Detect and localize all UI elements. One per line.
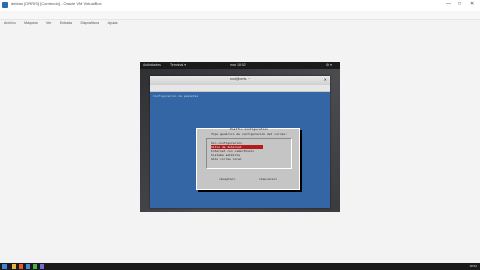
virtualbox-icon <box>2 2 8 8</box>
accept-button[interactable]: <Aceptar> <box>219 177 235 181</box>
taskbar-app-icon-4[interactable] <box>33 264 37 269</box>
postfix-dialog: Postfix Configuration Tipo genérico de c… <box>196 127 300 190</box>
menu-ver[interactable]: Ver <box>46 19 51 27</box>
host-menu-bar: Archivo Máquina Ver Entrada Dispositivos… <box>0 11 480 25</box>
cancel-button[interactable]: <Cancelar> <box>259 177 277 181</box>
terminal-window[interactable]: root@orris: ~ ✕ Archivo Editar Ver Busca… <box>150 76 330 208</box>
debconf-header: Configuración de paquetes <box>153 94 199 98</box>
taskbar-app-icon-5[interactable] <box>40 264 44 269</box>
menu-archivo[interactable]: Archivo <box>4 19 16 27</box>
guest-screen[interactable]: Actividades Terminal ▾ mar 18:52 ⚙ ▾ roo… <box>140 62 340 212</box>
system-tray[interactable]: ⚙ ▾ <box>326 62 332 69</box>
taskbar-clock[interactable]: 18:52 <box>469 263 477 270</box>
activities-button[interactable]: Actividades <box>143 62 161 69</box>
menu-dispositivos[interactable]: Dispositivos <box>80 19 99 27</box>
menu-maquina[interactable]: Máquina <box>24 19 37 27</box>
menu-ayuda[interactable]: Ayuda <box>108 19 118 27</box>
dialog-title: Postfix Configuration <box>230 127 268 131</box>
gnome-top-bar: Actividades Terminal ▾ mar 18:52 ⚙ ▾ <box>140 62 340 69</box>
start-button-icon[interactable] <box>2 264 7 269</box>
taskbar-app-icon-2[interactable] <box>19 264 23 269</box>
taskbar-app-icon-1[interactable] <box>12 264 16 269</box>
terminal-menu-bar: Archivo Editar Ver Buscar Terminal Ayuda <box>150 85 330 99</box>
minimize-button[interactable]: — <box>446 1 451 7</box>
menu-entrada[interactable]: Entrada <box>60 19 72 27</box>
terminal-body[interactable]: Configuración de paquetes Postfix Config… <box>150 92 330 208</box>
terminal-title-bar: root@orris: ~ ✕ <box>150 76 330 85</box>
terminal-app-menu[interactable]: Terminal ▾ <box>170 62 186 69</box>
maximize-button[interactable]: □ <box>458 1 461 7</box>
gnome-clock[interactable]: mar 18:52 <box>230 62 246 69</box>
terminal-title: root@orris: ~ <box>229 77 251 81</box>
taskbar: 18:52 <box>0 263 480 270</box>
taskbar-app-icon-3[interactable] <box>26 264 30 269</box>
window-title: debian [ORRIS] [Corriendo] - Oracle VM V… <box>11 1 102 6</box>
terminal-close-icon[interactable]: ✕ <box>324 77 327 82</box>
option-solo-correo-local[interactable]: Sólo correo local <box>211 157 242 161</box>
close-button[interactable]: ✕ <box>470 1 474 7</box>
dialog-subtitle: Tipo genérico de configuración del corre… <box>211 132 287 136</box>
